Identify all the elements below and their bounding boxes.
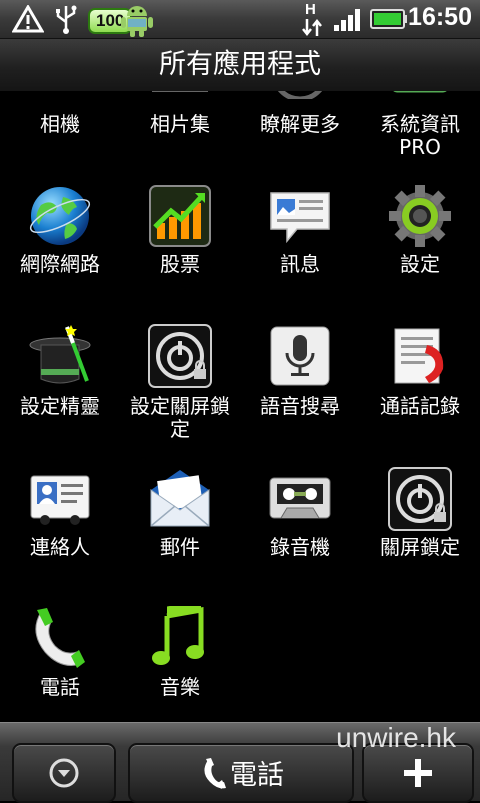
app-label: 電話: [40, 675, 80, 699]
app-label: 音樂: [160, 675, 200, 699]
app-label: 訊息: [280, 252, 320, 276]
app-lock-screen-settings[interactable]: 設定關屏鎖 定: [120, 323, 240, 443]
app-label: 網際網路: [20, 252, 100, 276]
phone-button-label: 電話: [230, 760, 284, 791]
learn-more-icon: [267, 91, 333, 102]
app-label: 連絡人: [30, 535, 90, 559]
battery-icon: [370, 9, 407, 29]
page-title: 所有應用程式: [159, 49, 321, 80]
music-note-icon: [147, 600, 213, 672]
app-label: 關屏鎖定: [380, 535, 460, 559]
call-log-icon: [387, 323, 453, 389]
mail-icon: [147, 466, 213, 532]
app-setup-wizard[interactable]: 設定精靈: [0, 323, 120, 443]
warning-icon: [12, 5, 44, 33]
app-phone[interactable]: 電話: [0, 606, 120, 706]
signal-icon: [334, 9, 360, 31]
app-label: 相片集: [150, 112, 210, 136]
app-internet[interactable]: 網際網路: [0, 183, 120, 283]
app-system-info-pro[interactable]: 系統資訊 PRO: [360, 91, 480, 161]
globe-icon: [27, 183, 93, 249]
contacts-icon: [27, 466, 93, 532]
app-contacts[interactable]: 連絡人: [0, 466, 120, 566]
phone-icon: [204, 758, 226, 789]
status-bar[interactable]: 100 H 16:50: [0, 0, 480, 39]
app-label: 系統資訊 PRO: [380, 112, 460, 159]
microphone-icon: [267, 323, 333, 389]
app-label: 瞭解更多: [260, 112, 340, 136]
lock-setting-icon: [147, 323, 213, 389]
clock-time: 16:50: [408, 3, 472, 31]
phone-icon: [27, 606, 93, 672]
system-info-icon: [387, 91, 453, 99]
power-lock-icon: [387, 466, 453, 532]
app-label: 設定關屏鎖 定: [130, 394, 230, 441]
app-stocks[interactable]: 股票: [120, 183, 240, 283]
close-drawer-button[interactable]: [12, 743, 116, 803]
app-drawer-header: 所有應用程式: [0, 39, 480, 92]
app-camera[interactable]: 相機: [0, 91, 120, 161]
gallery-icon: [147, 91, 213, 99]
app-label: 錄音機: [270, 535, 330, 559]
cassette-icon: [267, 466, 333, 532]
magic-hat-icon: [27, 323, 93, 389]
app-voice-search[interactable]: 語音搜尋: [240, 323, 360, 443]
watermark: unwire.hk: [336, 722, 456, 753]
app-lock-screen[interactable]: 關屏鎖定: [360, 466, 480, 566]
network-h-icon: H: [302, 1, 322, 37]
settings-gear-icon: [387, 183, 453, 249]
app-grid[interactable]: 相機 相片集 瞭解更多 系統資訊 PRO 網際網路 股票 訊息 設定 設定精靈 …: [0, 91, 480, 721]
app-label: 股票: [160, 252, 200, 276]
app-music[interactable]: 音樂: [120, 600, 240, 706]
phone-button[interactable]: 電話: [128, 743, 354, 803]
app-label: 設定: [400, 252, 440, 276]
plus-icon: [404, 759, 432, 787]
stocks-icon: [147, 183, 213, 249]
app-label: 語音搜尋: [260, 394, 340, 418]
messages-icon: [267, 183, 333, 249]
app-settings[interactable]: 設定: [360, 183, 480, 283]
app-call-log[interactable]: 通話記錄: [360, 323, 480, 443]
app-voice-recorder[interactable]: 錄音機: [240, 466, 360, 566]
app-label: 郵件: [160, 535, 200, 559]
app-messages[interactable]: 訊息: [240, 183, 360, 283]
app-mail[interactable]: 郵件: [120, 466, 240, 566]
chevron-down-icon: [49, 758, 79, 788]
app-label: 通話記錄: [380, 394, 460, 418]
android-icon: [121, 6, 153, 37]
network-type-label: H: [305, 1, 316, 18]
app-gallery[interactable]: 相片集: [120, 91, 240, 161]
camera-icon: [27, 91, 93, 99]
usb-icon: [56, 5, 77, 34]
app-label: 相機: [40, 112, 80, 136]
app-learn-more[interactable]: 瞭解更多: [240, 91, 360, 161]
app-label: 設定精靈: [20, 394, 100, 418]
